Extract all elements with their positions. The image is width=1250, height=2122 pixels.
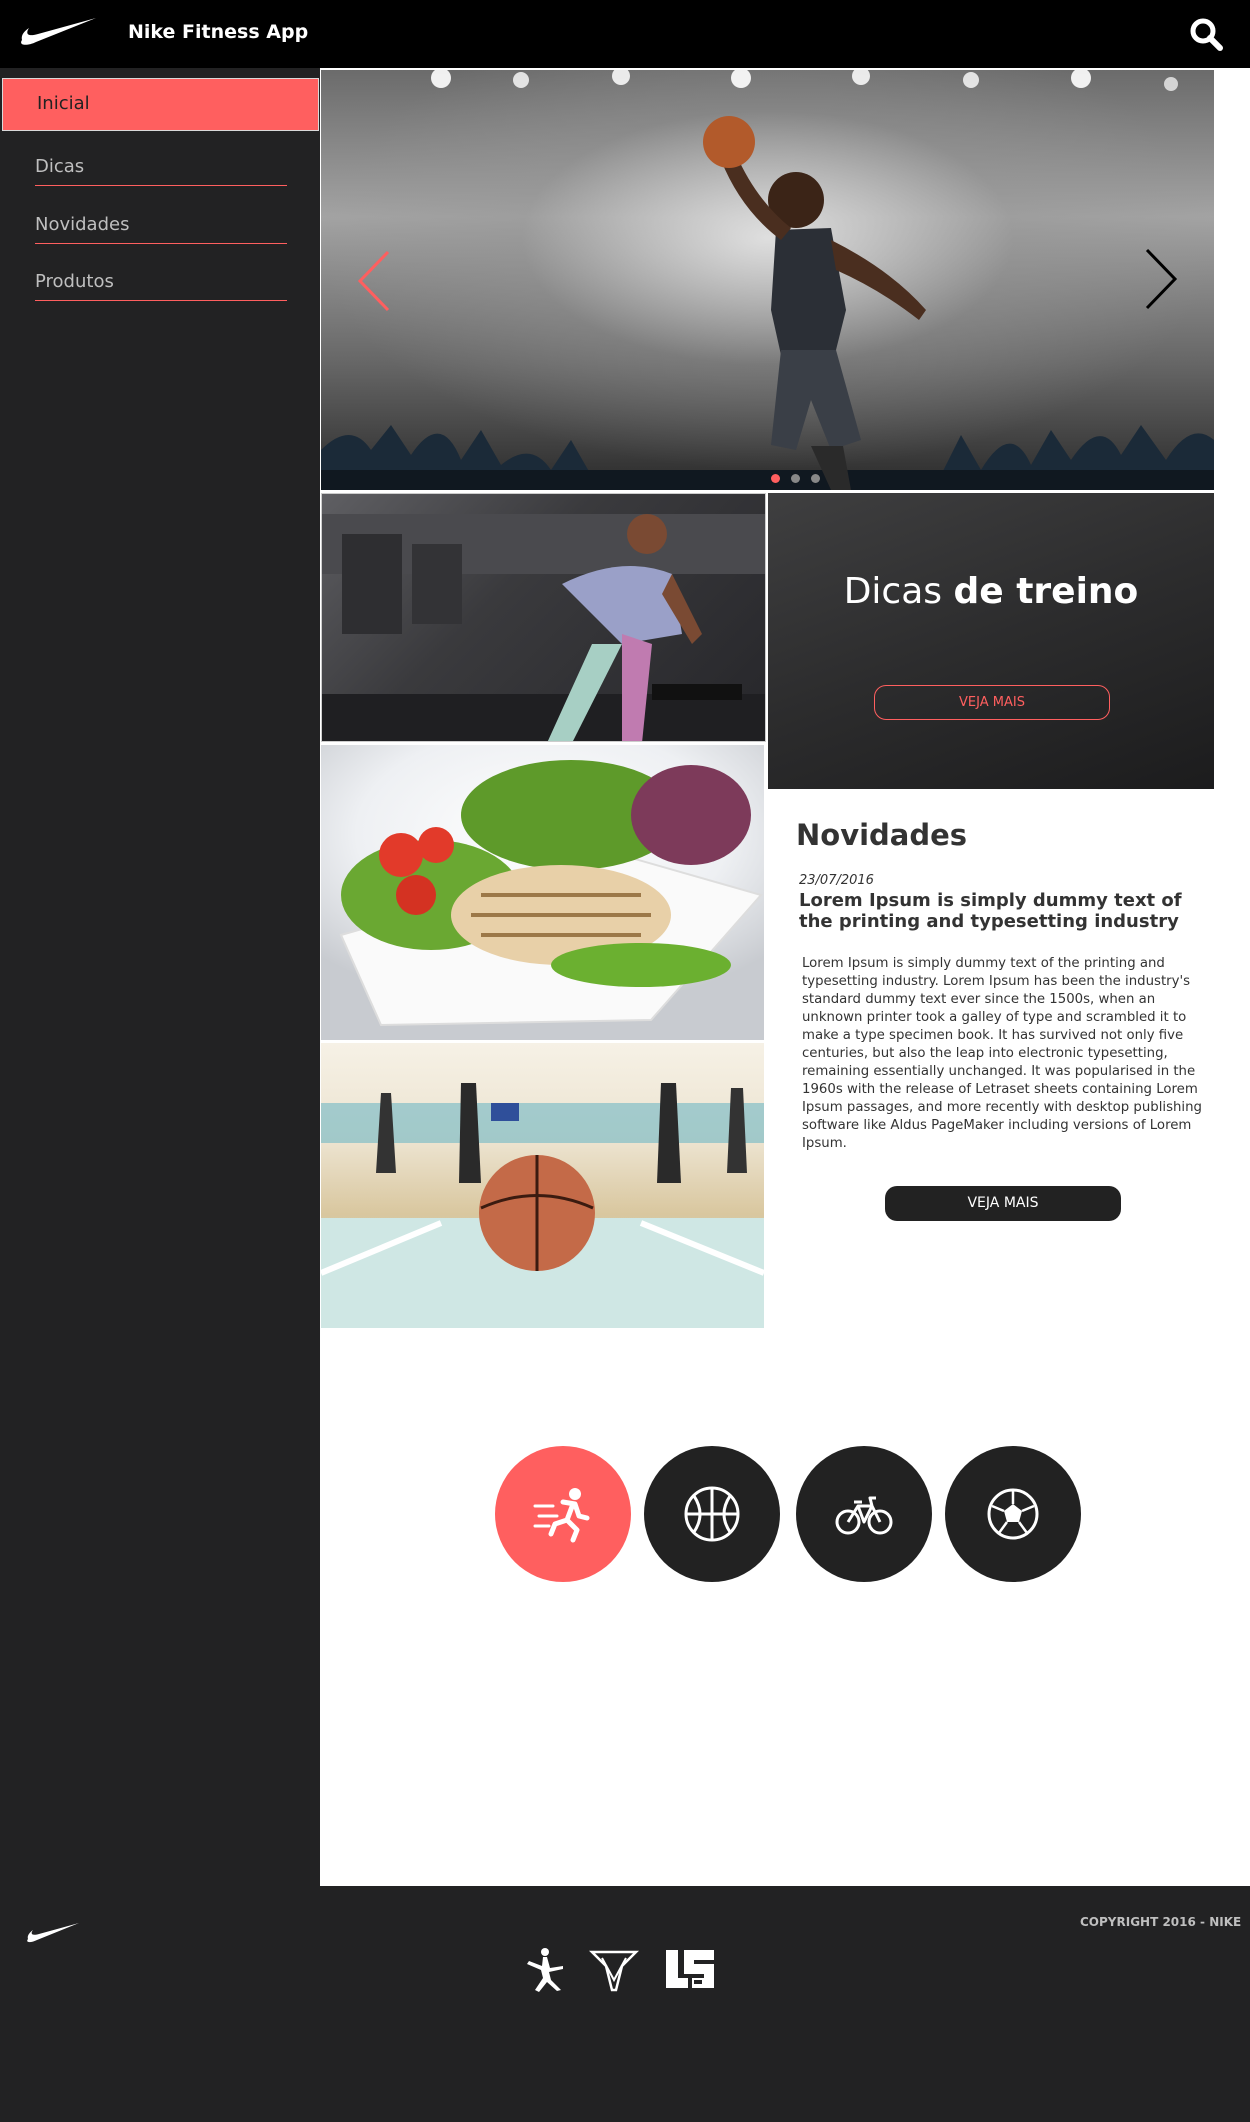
news-headline: Lorem Ipsum is simply dummy text of the … xyxy=(799,890,1182,932)
carousel-dot[interactable] xyxy=(791,474,801,483)
gym-illustration xyxy=(322,514,765,741)
running-icon xyxy=(533,1488,590,1543)
sport-running-button[interactable] xyxy=(495,1446,631,1582)
sport-basketball-button[interactable] xyxy=(644,1446,780,1582)
sidebar-item-label: Produtos xyxy=(35,271,114,292)
nike-swoosh-icon[interactable] xyxy=(20,16,98,46)
basketball-icon xyxy=(684,1486,740,1542)
sidebar-item-label: Novidades xyxy=(35,214,130,235)
training-tips-card[interactable]: Dicas de treino VEJA MAIS xyxy=(768,493,1214,789)
app-title: Nike Fitness App xyxy=(128,21,309,43)
hero-carousel[interactable] xyxy=(321,70,1214,490)
carousel-indicators xyxy=(771,468,826,487)
gym-workout-image[interactable] xyxy=(321,493,766,742)
sport-cycling-button[interactable] xyxy=(796,1446,932,1582)
search-icon[interactable] xyxy=(1188,16,1224,52)
sidebar-item-dicas[interactable]: Dicas xyxy=(35,156,287,186)
news-date: 23/07/2016 xyxy=(799,873,874,888)
lebron-logo-icon[interactable] xyxy=(664,1946,716,1992)
footer: COPYRIGHT 2016 - NIKE xyxy=(0,1886,1250,2122)
sidebar-item-novidades[interactable]: Novidades xyxy=(35,214,287,244)
training-tips-title-light: Dicas xyxy=(843,571,943,612)
salad-illustration xyxy=(339,760,763,1027)
news-section-title: Novidades xyxy=(796,818,968,852)
sport-soccer-button[interactable] xyxy=(945,1446,1081,1582)
basketball-player-image xyxy=(703,116,926,490)
sidebar-item-label: Dicas xyxy=(35,156,85,177)
news-body: Lorem Ipsum is simply dummy text of the … xyxy=(802,956,1202,1151)
jordan-logo-icon[interactable] xyxy=(517,1946,569,1992)
basketball-court-image[interactable] xyxy=(321,1043,764,1328)
main-content: Dicas de treino VEJA MAIS Novidades 23/0… xyxy=(320,68,1250,1886)
training-tips-title: Dicas de treino xyxy=(768,571,1214,612)
court-illustration xyxy=(321,1083,764,1328)
carousel-dot[interactable] xyxy=(771,474,780,483)
chevron-left-icon[interactable] xyxy=(354,248,394,314)
sidebar-item-inicial[interactable]: Inicial xyxy=(2,78,319,131)
soccer-ball-icon xyxy=(987,1488,1039,1540)
news-see-more-button[interactable]: VEJA MAIS xyxy=(885,1186,1121,1221)
nike-swoosh-icon xyxy=(27,1923,79,1943)
copyright-text: COPYRIGHT 2016 - NIKE xyxy=(1080,1915,1242,1929)
sidebar: Inicial Dicas Novidades Produtos xyxy=(0,68,320,1886)
training-tips-title-bold: de treino xyxy=(953,571,1139,612)
salad-image[interactable] xyxy=(321,745,764,1040)
top-bar: Nike Fitness App xyxy=(0,0,1250,68)
sidebar-item-produtos[interactable]: Produtos xyxy=(35,271,287,301)
tips-see-more-button[interactable]: VEJA MAIS xyxy=(874,685,1110,720)
carousel-dot[interactable] xyxy=(811,474,821,483)
sidebar-item-label: Inicial xyxy=(37,93,90,114)
bicycle-icon xyxy=(835,1496,893,1535)
chevron-right-icon[interactable] xyxy=(1141,246,1181,312)
melo-logo-icon[interactable] xyxy=(588,1946,640,1992)
